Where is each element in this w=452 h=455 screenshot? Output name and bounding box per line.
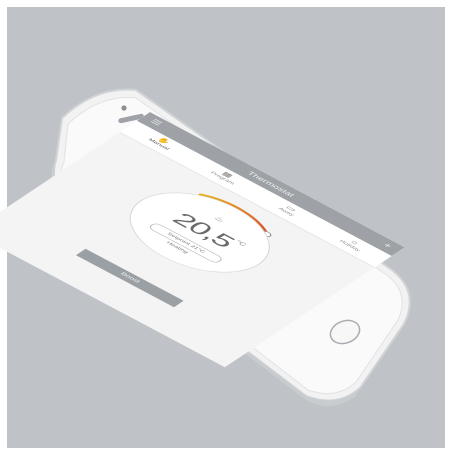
camera-icon	[121, 105, 127, 111]
phone-mockup: ☰ Thermostat + ✋ Manual ▦ Program ▭ Away…	[0, 0, 452, 455]
